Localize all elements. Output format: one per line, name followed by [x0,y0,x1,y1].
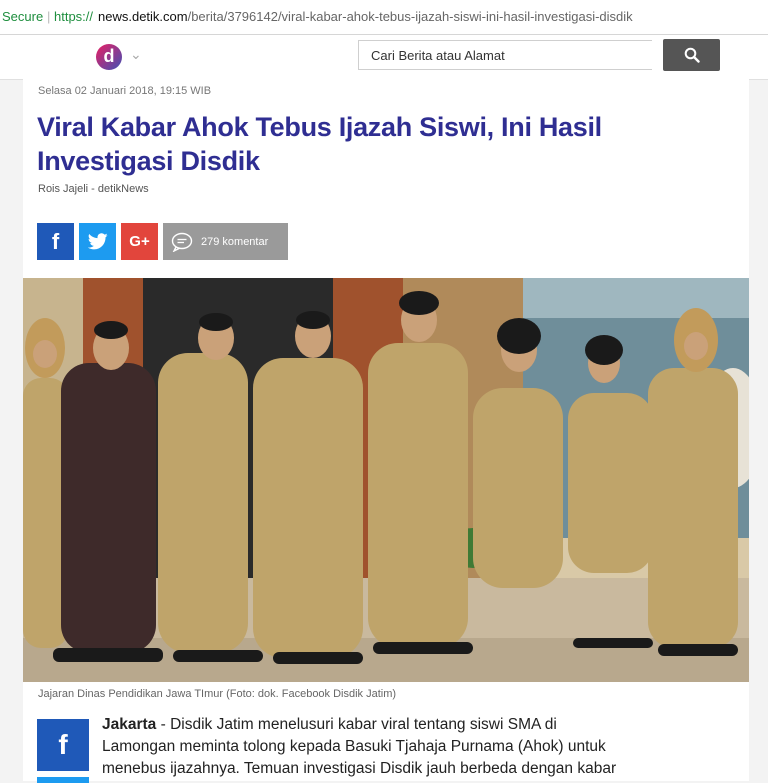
chevron-down-icon[interactable]: ⌄ [130,46,142,63]
comment-icon [171,232,193,252]
article-author: Rois Jajeli - detikNews [38,183,149,195]
article-date: Selasa 02 Januari 2018, 19:15 WIB [38,85,212,97]
article-photo[interactable] [23,278,749,682]
sidebar-facebook-share-button[interactable]: f [37,719,89,771]
sidebar-twitter-share-button[interactable] [37,777,89,783]
twitter-icon [87,233,108,250]
twitter-share-button[interactable] [79,223,116,260]
photo-caption: Jajaran Dinas Pendidikan Jawa TImur (Fot… [38,688,397,700]
article-body: Jakarta - Disdik Jatim menelusuri kabar … [102,714,622,781]
site-header: d ⌄ [0,35,768,80]
search-button[interactable] [663,39,720,71]
facebook-icon: f [58,729,68,760]
url-path: /berita/3796142/viral-kabar-ahok-tebus-i… [187,9,633,24]
address-bar[interactable]: Secure | https:// news.detik.com/berita/… [0,0,768,35]
facebook-icon: f [51,228,60,254]
comments-count-label: 279 komentar [201,235,269,248]
url-domain: news.detik.com [98,9,188,24]
url-scheme: https:// [54,9,94,24]
article-title: Viral Kabar Ahok Tebus Ijazah Siswi, Ini… [37,112,602,176]
search-icon [684,47,700,63]
article-card: Selasa 02 Januari 2018, 19:15 WIB Viral … [23,79,749,783]
url-separator: | [47,9,51,24]
article-dateline: Jakarta [102,716,157,733]
googleplus-icon: G+ [129,233,150,250]
search-input[interactable] [358,40,652,70]
secure-label: Secure [2,9,44,24]
comments-button[interactable]: 279 komentar [163,223,288,260]
detik-logo[interactable]: d [96,44,122,70]
facebook-share-button[interactable]: f [37,223,74,260]
article-lead: - Disdik Jatim menelusuri kabar viral te… [102,716,617,777]
url-text[interactable]: news.detik.com/berita/3796142/viral-kaba… [98,0,633,34]
googleplus-share-button[interactable]: G+ [121,223,158,260]
